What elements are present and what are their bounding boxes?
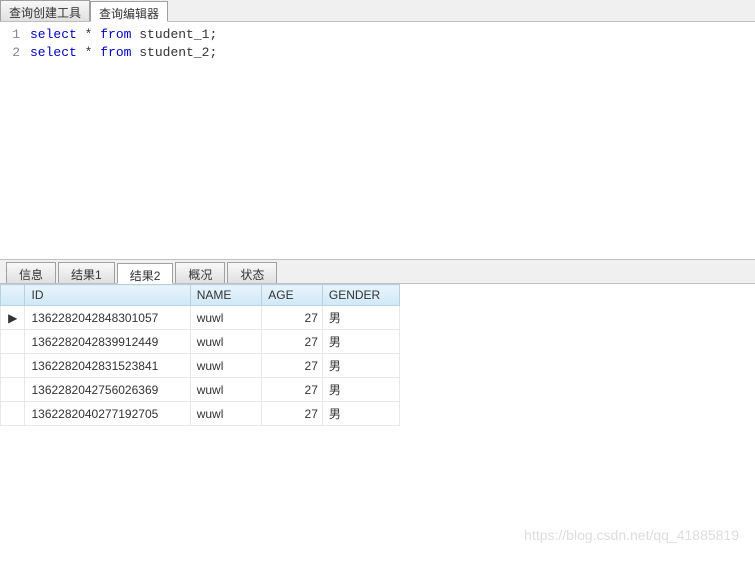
line-code[interactable]: select * from student_2; <box>30 44 217 62</box>
cell-id[interactable]: 1362282042756026369 <box>25 378 190 402</box>
column-header-name[interactable]: NAME <box>190 285 262 306</box>
table-row[interactable]: ▶1362282042848301057wuwl27男 <box>1 306 400 330</box>
row-current-marker-icon <box>1 330 25 354</box>
tab-query-editor[interactable]: 查询编辑器 <box>90 1 168 22</box>
cell-id[interactable]: 1362282040277192705 <box>25 402 190 426</box>
column-header-gender[interactable]: GENDER <box>322 285 399 306</box>
tab-status[interactable]: 状态 <box>227 262 277 283</box>
table-row[interactable]: 1362282042839912449wuwl27男 <box>1 330 400 354</box>
cell-age[interactable]: 27 <box>262 306 323 330</box>
cell-age[interactable]: 27 <box>262 330 323 354</box>
cell-id[interactable]: 1362282042831523841 <box>25 354 190 378</box>
cell-gender[interactable]: 男 <box>322 402 399 426</box>
tab-result2[interactable]: 结果2 <box>117 263 174 284</box>
cell-id[interactable]: 1362282042848301057 <box>25 306 190 330</box>
cell-age[interactable]: 27 <box>262 402 323 426</box>
tab-profile[interactable]: 概况 <box>175 262 225 283</box>
line-number: 1 <box>0 26 30 44</box>
result-table[interactable]: ID NAME AGE GENDER ▶1362282042848301057w… <box>0 284 400 426</box>
cell-gender[interactable]: 男 <box>322 354 399 378</box>
cell-name[interactable]: wuwl <box>190 378 262 402</box>
cell-age[interactable]: 27 <box>262 378 323 402</box>
editor-line: 2select * from student_2; <box>0 44 755 62</box>
watermark: https://blog.csdn.net/qq_41885819 <box>524 527 739 543</box>
table-row[interactable]: 1362282042756026369wuwl27男 <box>1 378 400 402</box>
column-header-id[interactable]: ID <box>25 285 190 306</box>
cell-name[interactable]: wuwl <box>190 402 262 426</box>
editor-line: 1select * from student_1; <box>0 26 755 44</box>
cell-name[interactable]: wuwl <box>190 354 262 378</box>
cell-name[interactable]: wuwl <box>190 306 262 330</box>
tab-query-builder[interactable]: 查询创建工具 <box>0 0 90 21</box>
tab-info[interactable]: 信息 <box>6 262 56 283</box>
row-current-marker-icon <box>1 378 25 402</box>
row-current-marker-icon: ▶ <box>1 306 25 330</box>
cell-name[interactable]: wuwl <box>190 330 262 354</box>
sql-editor[interactable]: 1select * from student_1;2select * from … <box>0 22 755 260</box>
cell-gender[interactable]: 男 <box>322 378 399 402</box>
cell-gender[interactable]: 男 <box>322 306 399 330</box>
table-row[interactable]: 1362282040277192705wuwl27男 <box>1 402 400 426</box>
cell-age[interactable]: 27 <box>262 354 323 378</box>
editor-tabs: 查询创建工具 查询编辑器 <box>0 0 755 22</box>
cell-id[interactable]: 1362282042839912449 <box>25 330 190 354</box>
result-tabs: 信息 结果1 结果2 概况 状态 <box>0 260 755 284</box>
line-number: 2 <box>0 44 30 62</box>
result-grid: ID NAME AGE GENDER ▶1362282042848301057w… <box>0 284 755 426</box>
column-header-age[interactable]: AGE <box>262 285 323 306</box>
table-row[interactable]: 1362282042831523841wuwl27男 <box>1 354 400 378</box>
cell-gender[interactable]: 男 <box>322 330 399 354</box>
line-code[interactable]: select * from student_1; <box>30 26 217 44</box>
row-current-marker-icon <box>1 354 25 378</box>
row-current-marker-icon <box>1 402 25 426</box>
row-marker-header <box>1 285 25 306</box>
tab-result1[interactable]: 结果1 <box>58 262 115 283</box>
